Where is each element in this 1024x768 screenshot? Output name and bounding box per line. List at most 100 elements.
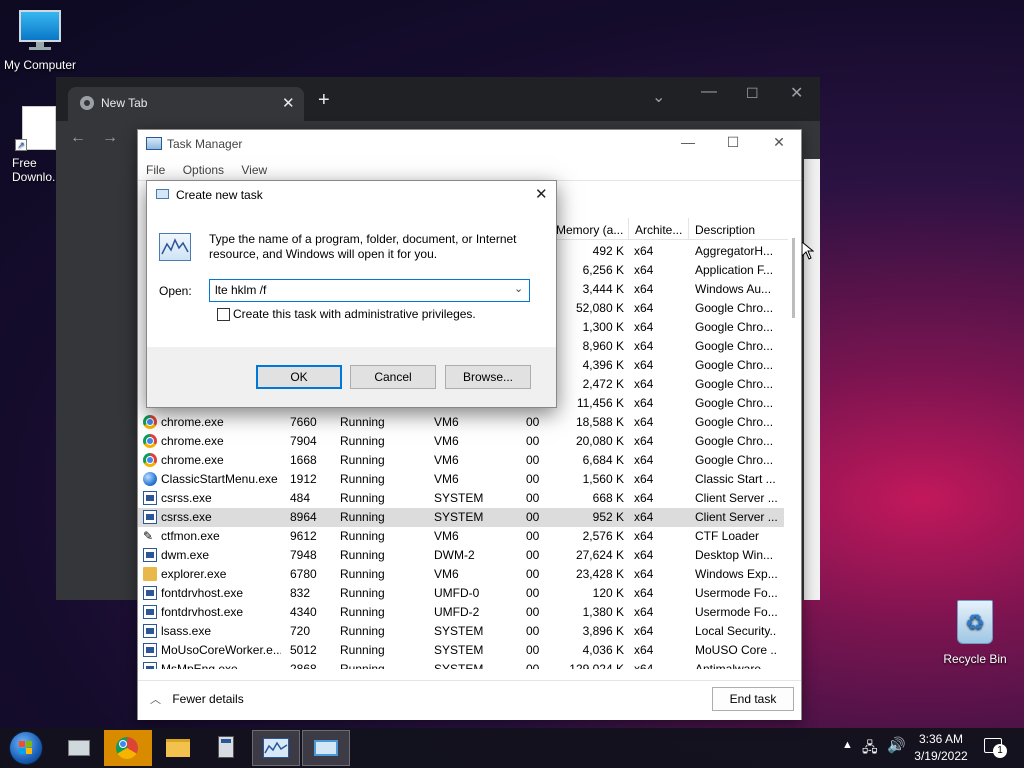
cell-status: Running [340, 548, 385, 562]
chrome-scrollbar[interactable] [804, 159, 820, 600]
admin-privileges-checkbox[interactable] [217, 308, 230, 321]
cell-mem: 3,444 K [582, 282, 624, 296]
cell-user: DWM-2 [434, 548, 475, 562]
desktop-icon-recycle-bin[interactable]: ♻ Recycle Bin [940, 600, 1010, 666]
cell-status: Running [340, 586, 385, 600]
task-manager-icon [146, 137, 162, 150]
cell-cpu: 00 [526, 605, 540, 619]
table-row[interactable]: ClassicStartMenu.exe 1912 Running VM6 00 1,56… [138, 470, 784, 489]
application-icon [143, 605, 157, 619]
clock-time: 3:36 AM [918, 732, 964, 746]
column-architecture[interactable]: Archite... [635, 223, 682, 237]
end-task-button[interactable]: End task [712, 687, 794, 711]
table-row[interactable]: fontdrvhost.exe 4340 Running UMFD-2 00 1,380 … [138, 603, 784, 622]
fewer-details-button[interactable]: ︿ Fewer details [150, 691, 244, 707]
action-center-icon[interactable]: 1 [984, 738, 1007, 758]
desktop-icon-free-download[interactable]: ↗ Free Downlo... [2, 106, 58, 184]
application-icon [143, 491, 157, 505]
table-row[interactable]: chrome.exe 7904 Running VM6 00 20,080 K x64 Goo… [138, 432, 784, 451]
cell-pid: 5012 [290, 643, 317, 657]
table-row[interactable]: csrss.exe 484 Running SYSTEM 00 668 K x64 Clien… [138, 489, 784, 508]
maximize-icon[interactable]: ☐ [723, 134, 743, 151]
desktop-icon-my-computer[interactable]: My Computer [2, 10, 78, 72]
cell-status: Running [340, 472, 385, 486]
cancel-button[interactable]: Cancel [350, 365, 436, 389]
ok-button[interactable]: OK [256, 365, 342, 389]
scroll-thumb[interactable] [792, 238, 795, 318]
monitor-icon [19, 10, 61, 50]
chevron-down-icon[interactable]: ⌄ [514, 282, 523, 295]
cell-name: csrss.exe [161, 510, 212, 524]
cell-desc: Antimalware ... [695, 662, 775, 669]
chrome-tab[interactable]: New Tab ✕ [68, 87, 304, 121]
cell-arch: x64 [634, 472, 654, 486]
cell-desc: Windows Au... [695, 282, 772, 296]
cell-arch: x64 [634, 301, 654, 315]
cell-mem: 4,036 K [582, 643, 624, 657]
table-row[interactable]: lsass.exe 720 Running SYSTEM 00 3,896 K x64 Loc… [138, 622, 784, 641]
back-icon[interactable]: ← [70, 129, 86, 147]
menu-view[interactable]: View [241, 163, 267, 177]
task-manager-titlebar[interactable]: Task Manager — ☐ ✕ [138, 130, 801, 158]
browse-button[interactable]: Browse... [445, 365, 531, 389]
table-row[interactable]: explorer.exe 6780 Running VM6 00 23,428 K x64 W… [138, 565, 784, 584]
cell-name: csrss.exe [161, 491, 212, 505]
open-combobox[interactable]: lte hklm /f ⌄ [209, 279, 530, 302]
cell-mem: 23,428 K [575, 567, 624, 581]
forward-icon[interactable]: → [102, 129, 118, 147]
taskbar-calculator[interactable] [202, 730, 250, 766]
maximize-icon[interactable]: ☐ [746, 85, 759, 102]
column-description[interactable]: Description [695, 223, 755, 237]
cell-mem: 52,080 K [575, 301, 624, 315]
cell-name: explorer.exe [161, 567, 227, 581]
dialog-titlebar[interactable]: Create new task ✕ [147, 181, 556, 209]
cell-desc: MoUSO Core ... [695, 643, 777, 657]
table-row[interactable]: ✎ ctfmon.exe 9612 Running VM6 00 2,576 K x64 CTF… [138, 527, 784, 546]
taskbar-file-explorer[interactable] [154, 730, 202, 766]
volume-icon[interactable]: 🔊 [887, 736, 906, 754]
cell-desc: Desktop Win... [695, 548, 774, 562]
cell-user: SYSTEM [434, 624, 484, 638]
cell-status: Running [340, 567, 385, 581]
chevron-up-icon: ︿ [150, 694, 161, 706]
taskbar-show-windows[interactable] [56, 730, 104, 766]
column-memory[interactable]: Memory (a... [556, 223, 623, 237]
table-row[interactable]: csrss.exe 8964 Running SYSTEM 00 952 K x64 Clie… [138, 508, 784, 527]
open-input[interactable]: lte hklm /f [215, 283, 266, 297]
close-icon[interactable]: ✕ [535, 185, 548, 203]
menu-options[interactable]: Options [183, 163, 224, 177]
cell-pid: 720 [290, 624, 311, 638]
cell-name: ClassicStartMenu.exe [161, 472, 278, 486]
close-icon[interactable]: ✕ [282, 94, 295, 112]
table-row[interactable]: dwm.exe 7948 Running DWM-2 00 27,624 K x64 Desk… [138, 546, 784, 565]
start-button[interactable] [6, 730, 46, 766]
cell-pid: 9612 [290, 529, 317, 543]
network-icon[interactable]: 🖧 [862, 737, 878, 761]
taskbar-chrome[interactable] [104, 730, 152, 766]
taskbar-run-dialog[interactable] [302, 730, 350, 766]
cell-cpu: 00 [526, 472, 540, 486]
cell-name: dwm.exe [161, 548, 210, 562]
minimize-icon[interactable]: — [701, 83, 717, 101]
menu-file[interactable]: File [146, 163, 165, 177]
new-tab-button[interactable]: + [318, 89, 330, 112]
vertical-scrollbar[interactable] [788, 218, 800, 669]
show-hidden-icons-icon[interactable]: ▲ [842, 739, 853, 751]
clock[interactable]: 3:36 AM 3/19/2022 [908, 731, 974, 765]
table-row[interactable]: chrome.exe 7660 Running VM6 00 18,588 K x64 Goo… [138, 413, 784, 432]
minimize-icon[interactable]: — [678, 134, 698, 150]
taskbar-task-manager[interactable] [252, 730, 300, 766]
cell-pid: 7904 [290, 434, 317, 448]
tab-search-icon[interactable]: ⌄ [652, 87, 665, 107]
table-row[interactable]: chrome.exe 1668 Running VM6 00 6,684 K x64 Goog… [138, 451, 784, 470]
table-row[interactable]: MsMpEng.exe 2868 Running SYSTEM 00 129,024 K x… [138, 660, 784, 669]
table-row[interactable]: fontdrvhost.exe 832 Running UMFD-0 00 120 K x6… [138, 584, 784, 603]
close-icon[interactable]: ✕ [769, 134, 789, 151]
create-new-task-dialog[interactable]: Create new task ✕ Type the name of a pro… [146, 180, 557, 408]
cell-name: lsass.exe [161, 624, 212, 638]
chrome-icon [143, 434, 157, 448]
cell-arch: x64 [634, 339, 654, 353]
close-window-icon[interactable]: ✕ [790, 83, 803, 103]
table-row[interactable]: MoUsoCoreWorker.e... 5012 Running SYSTEM 00 4… [138, 641, 784, 660]
cell-cpu: 00 [526, 548, 540, 562]
